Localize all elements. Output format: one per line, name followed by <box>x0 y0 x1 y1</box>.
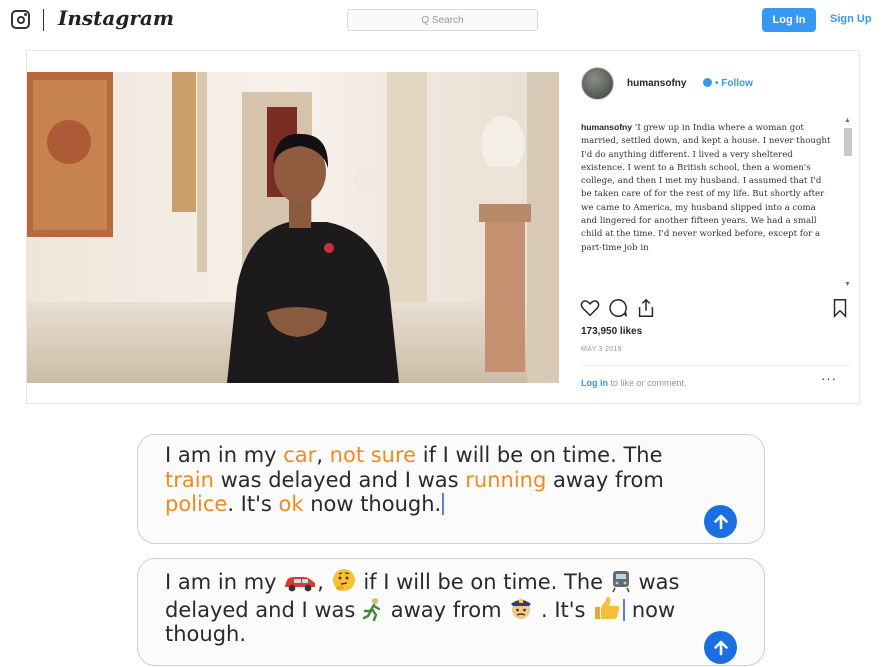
heart-icon[interactable] <box>579 297 601 319</box>
message-compose-box-text[interactable]: I am in my car, not sure if I will be on… <box>137 434 765 544</box>
thumbs-up-emoji <box>595 596 620 619</box>
post-username[interactable]: humansofny <box>627 78 686 89</box>
instagram-post: humansofny • Follow humansofny 'I grew u… <box>26 50 860 404</box>
highlighted-word: train <box>165 467 214 492</box>
highlighted-word: ok <box>278 492 304 516</box>
message-segment: I am in my <box>165 443 284 467</box>
comment-prompt: Log in to like or comment. <box>581 378 687 388</box>
train-emoji <box>612 571 630 593</box>
message-segment: if I will be on time. The <box>363 570 604 594</box>
arrow-up-icon <box>713 514 728 529</box>
post-caption: humansofny 'I grew up in India where a w… <box>581 121 833 291</box>
highlighted-word: running <box>465 467 547 492</box>
comment-icon[interactable] <box>607 297 629 319</box>
message-segment: if I will be on time. The <box>416 443 663 467</box>
like-count[interactable]: 173,950 likes <box>581 326 642 337</box>
text-cursor <box>623 598 626 621</box>
message-segment: I am in my <box>165 570 277 594</box>
instagram-header: Instagram Q Search Log In Sign Up <box>0 0 886 40</box>
verified-badge-icon <box>703 78 712 87</box>
instagram-wordmark[interactable]: Instagram <box>58 6 174 30</box>
message-segment: away from <box>546 467 664 492</box>
message-segment: . It's <box>540 597 586 622</box>
message-segment: . It's <box>227 492 279 516</box>
header-divider <box>43 9 44 31</box>
car-emoji <box>285 577 316 592</box>
send-button[interactable] <box>704 631 737 664</box>
scroll-down-arrow-icon[interactable]: ▼ <box>844 281 851 288</box>
highlighted-word: police <box>165 492 228 516</box>
comment-prompt-text: to like or comment. <box>608 378 687 388</box>
login-button[interactable]: Log In <box>762 8 816 32</box>
post-header: humansofny • Follow <box>581 67 851 103</box>
message-text[interactable]: I am in my car, not sure if I will be on… <box>165 443 705 517</box>
instagram-camera-icon[interactable] <box>11 10 30 29</box>
more-options-icon[interactable]: ··· <box>821 371 837 386</box>
signup-link[interactable]: Sign Up <box>830 13 872 25</box>
thinking-face-emoji <box>332 569 355 591</box>
caption-username[interactable]: humansofny <box>581 122 632 132</box>
text-cursor <box>442 493 445 515</box>
comment-login-link[interactable]: Log in <box>581 378 608 388</box>
emoji-message-text[interactable]: I am in my , if I will be on time. The w… <box>165 567 705 647</box>
divider <box>581 365 851 366</box>
message-segment: , <box>317 570 324 594</box>
bookmark-icon[interactable] <box>829 297 851 319</box>
scroll-thumb[interactable] <box>844 128 852 156</box>
share-icon[interactable] <box>635 297 657 319</box>
running-person-emoji <box>362 597 381 621</box>
post-date: MAY 3 2019 <box>581 346 622 353</box>
post-actions <box>579 297 849 323</box>
post-photo <box>27 72 559 383</box>
caption-scrollbar[interactable]: ▲ ▼ <box>843 117 852 291</box>
caption-text: 'I grew up in India where a woman got ma… <box>581 123 831 253</box>
message-segment: away from <box>390 597 502 622</box>
post-sidebar: humansofny • Follow humansofny 'I grew u… <box>567 51 859 403</box>
message-compose-box-emoji[interactable]: I am in my , if I will be on time. The w… <box>137 558 765 666</box>
highlighted-word: not sure <box>329 443 417 467</box>
search-input[interactable]: Q Search <box>347 9 538 31</box>
message-segment: now though. <box>303 492 442 516</box>
avatar[interactable] <box>581 67 614 100</box>
police-officer-emoji <box>511 598 532 619</box>
message-segment: , <box>316 443 330 467</box>
scroll-up-arrow-icon[interactable]: ▲ <box>844 117 851 124</box>
arrow-up-icon <box>713 640 728 655</box>
follow-button[interactable]: • Follow <box>715 78 753 89</box>
message-segment: was delayed and I was <box>213 467 466 492</box>
highlighted-word: car <box>283 443 317 467</box>
send-button[interactable] <box>704 505 737 538</box>
